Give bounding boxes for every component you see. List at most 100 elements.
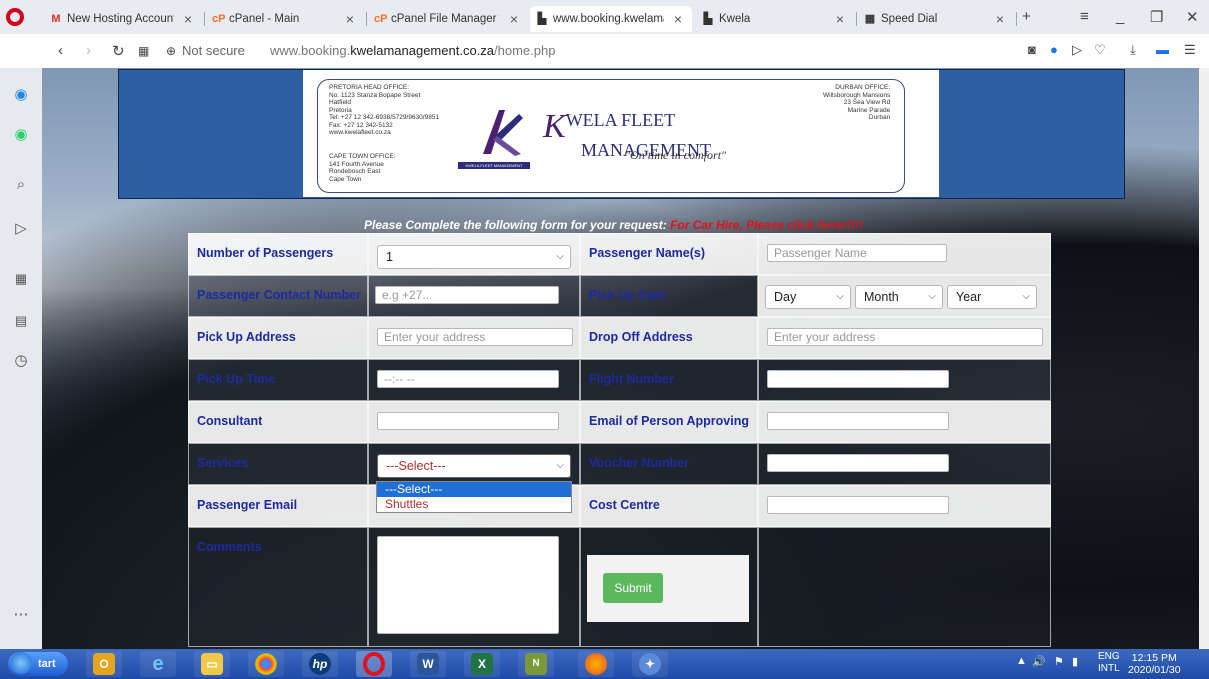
- speed-dial-icon: ▦: [864, 13, 876, 25]
- form-cell: Enter your address: [368, 317, 580, 359]
- tab-separator: [366, 12, 367, 26]
- comments-textarea[interactable]: [377, 536, 559, 634]
- form-row: Passenger Contact Number e.g +27... Pick…: [188, 275, 1051, 317]
- form-intro: Please Complete the following form for y…: [364, 218, 863, 232]
- taskbar-app[interactable]: ✦: [632, 651, 668, 677]
- services-select[interactable]: ---Select--- ⌵: [377, 454, 571, 478]
- submit-button[interactable]: Submit: [603, 573, 663, 603]
- tab-cpanel-file-manager[interactable]: cP cPanel File Manager v3 ×: [368, 6, 528, 32]
- cost-centre-label: Cost Centre: [589, 498, 660, 512]
- taskbar-app[interactable]: O: [86, 651, 122, 677]
- flight-number-input[interactable]: [767, 370, 949, 388]
- taskbar-app[interactable]: e: [140, 651, 176, 677]
- passengers-value: 1: [386, 250, 393, 264]
- pickup-address-input[interactable]: Enter your address: [377, 328, 573, 346]
- close-tab-icon[interactable]: ×: [336, 11, 364, 27]
- tab-menu-icon[interactable]: ≡: [1080, 8, 1089, 25]
- speed-dial-icon[interactable]: ▦: [10, 268, 32, 290]
- cost-centre-input[interactable]: [767, 496, 949, 514]
- tab-cpanel-main[interactable]: cP cPanel - Main ×: [206, 6, 364, 32]
- forward-icon[interactable]: ›: [86, 42, 91, 59]
- close-tab-icon[interactable]: ×: [986, 11, 1014, 27]
- new-tab-icon[interactable]: +: [1022, 8, 1031, 25]
- close-tab-icon[interactable]: ×: [500, 11, 528, 27]
- language-indicator[interactable]: ENG INTL: [1098, 651, 1120, 675]
- taskbar-app[interactable]: ▭: [194, 651, 230, 677]
- bookmarks-icon[interactable]: ▤: [10, 310, 32, 332]
- form-cell: e.g +27...: [368, 275, 580, 317]
- notepad-plus-icon: N: [525, 653, 547, 675]
- passengers-select[interactable]: 1 ⌵: [377, 245, 571, 269]
- taskbar-app[interactable]: [356, 651, 392, 677]
- tab-booking-active[interactable]: ▙ www.booking.kwelaman ×: [530, 6, 692, 32]
- form-cell: Pick Up Address: [188, 317, 368, 359]
- reload-icon[interactable]: ↻: [112, 42, 125, 60]
- opera-logo-icon[interactable]: [6, 8, 24, 26]
- easy-setup-icon[interactable]: ☰: [1184, 42, 1196, 58]
- security-label[interactable]: Not secure: [182, 43, 245, 58]
- voucher-number-input[interactable]: [767, 454, 949, 472]
- form-row: Services ---Select--- ⌵ Voucher Number: [188, 443, 1051, 485]
- tabs-grid-icon[interactable]: ▦: [138, 44, 149, 58]
- contact-label: Passenger Contact Number: [197, 288, 361, 302]
- network-icon[interactable]: ▮: [1072, 655, 1078, 668]
- send-icon[interactable]: ▷: [1072, 42, 1082, 58]
- services-option[interactable]: Shuttles: [377, 497, 571, 512]
- windows-start-icon[interactable]: [10, 652, 32, 674]
- taskbar-app[interactable]: hp: [302, 651, 338, 677]
- close-tab-icon[interactable]: ×: [664, 11, 692, 27]
- internet-explorer-icon: e: [152, 653, 164, 675]
- back-icon[interactable]: ‹: [58, 42, 63, 59]
- volume-icon[interactable]: 🔊: [1032, 655, 1046, 668]
- dropoff-address-input[interactable]: Enter your address: [767, 328, 1043, 346]
- day-value: Day: [774, 290, 797, 304]
- restore-icon[interactable]: ❐: [1150, 8, 1163, 26]
- form-cell: ---Select--- ⌵: [368, 443, 580, 485]
- approver-email-input[interactable]: [767, 412, 949, 430]
- whatsapp-icon[interactable]: ◉: [10, 124, 32, 146]
- outlook-icon: O: [93, 653, 115, 675]
- system-clock[interactable]: 12:15 PM 2020/01/30: [1128, 652, 1181, 676]
- taskbar-app[interactable]: W: [410, 651, 446, 677]
- page-scrollbar[interactable]: [1199, 68, 1209, 649]
- flow-icon[interactable]: ▷: [10, 218, 32, 240]
- pickup-time-input[interactable]: --:-- --: [377, 370, 559, 388]
- contact-number-input[interactable]: e.g +27...: [375, 286, 559, 304]
- taskbar-app[interactable]: X: [464, 651, 500, 677]
- consultant-input[interactable]: [377, 412, 559, 430]
- battery-saver-icon[interactable]: ▬: [1156, 42, 1169, 57]
- history-icon[interactable]: ◷: [10, 350, 32, 372]
- year-select[interactable]: Year ⌵: [947, 285, 1037, 309]
- tab-speed-dial[interactable]: ▦ Speed Dial ×: [858, 6, 1014, 32]
- tray-expand-icon[interactable]: ▲: [1016, 655, 1027, 667]
- tab-gmail[interactable]: M New Hosting Account: k ×: [44, 6, 202, 32]
- minimize-icon[interactable]: _: [1116, 8, 1124, 25]
- messenger-icon[interactable]: ◉: [10, 84, 32, 106]
- car-hire-link[interactable]: For Car Hire, Please click here!!!!!: [670, 218, 863, 232]
- tab-kwela[interactable]: ▙ Kwela ×: [696, 6, 854, 32]
- passengers-label: Number of Passengers: [197, 246, 334, 260]
- taskbar-app[interactable]: N: [518, 651, 554, 677]
- url-field[interactable]: www.booking.kwelamanagement.co.za/home.p…: [270, 43, 555, 58]
- close-tab-icon[interactable]: ×: [826, 11, 854, 27]
- vpn-icon[interactable]: ●: [1050, 42, 1058, 57]
- passenger-name-input[interactable]: Passenger Name: [767, 244, 947, 262]
- close-window-icon[interactable]: ✕: [1186, 8, 1199, 26]
- heart-icon[interactable]: ♡: [1094, 42, 1106, 58]
- close-tab-icon[interactable]: ×: [174, 11, 202, 27]
- form-cell: Passenger Contact Number: [188, 275, 368, 317]
- form-cell: [758, 485, 1051, 527]
- month-select[interactable]: Month ⌵: [855, 285, 943, 309]
- flag-icon[interactable]: ⚑: [1054, 655, 1064, 668]
- search-icon[interactable]: ⌕: [10, 174, 32, 196]
- taskbar-app[interactable]: [578, 651, 614, 677]
- approver-email-label: Email of Person Approving: [589, 414, 749, 428]
- taskbar-app[interactable]: [248, 651, 284, 677]
- more-icon[interactable]: ⋯: [10, 604, 32, 626]
- snapshot-icon[interactable]: ◙: [1028, 42, 1036, 57]
- services-option[interactable]: ---Select---: [377, 482, 571, 497]
- month-value: Month: [864, 290, 899, 304]
- opera-icon: [363, 652, 385, 676]
- day-select[interactable]: Day ⌵: [765, 285, 851, 309]
- download-icon[interactable]: ⤓: [1130, 42, 1136, 58]
